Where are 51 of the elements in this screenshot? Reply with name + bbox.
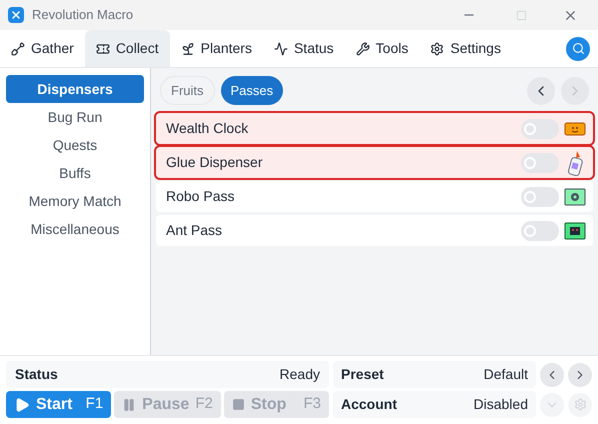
account-label: Account [341, 395, 398, 414]
account-value: Disabled [474, 395, 528, 414]
pass-label: Wealth Clock [166, 119, 250, 138]
app-logo-icon [8, 7, 24, 23]
pause-icon [122, 398, 136, 412]
toggle-switch[interactable] [521, 152, 559, 172]
glue-bottle-icon [567, 150, 583, 176]
tab[interactable]: Settings [419, 30, 512, 67]
sprout-icon [180, 42, 195, 56]
search-icon [572, 42, 584, 55]
preset-value: Default [484, 365, 528, 384]
sidebar-item[interactable]: Dispensers [6, 75, 144, 103]
pass-label: Glue Dispenser [166, 153, 264, 172]
pass-label: Robo Pass [166, 187, 236, 206]
previous-preset-button[interactable] [540, 362, 564, 386]
tab[interactable]: Tools [344, 30, 420, 67]
search-button[interactable] [566, 36, 590, 60]
sidebar-item[interactable]: Miscellaneous [6, 215, 144, 243]
status-label: Status [15, 365, 59, 384]
previous-button[interactable] [527, 76, 555, 104]
toggle-switch[interactable] [521, 220, 559, 240]
wrench-icon [356, 42, 370, 56]
gear-icon [430, 42, 444, 56]
gear-ticket-icon [564, 188, 586, 206]
shovel-icon [11, 42, 25, 56]
gear-icon [574, 398, 586, 411]
ticket-icon [96, 42, 110, 56]
filter-chip[interactable]: Fruits [160, 76, 214, 105]
toggle-switch[interactable] [521, 118, 559, 138]
tab[interactable]: Status [262, 30, 345, 67]
tab[interactable]: Gather [0, 30, 85, 67]
play-icon [14, 396, 30, 412]
pass-label: Ant Pass [166, 221, 224, 240]
tab[interactable]: Planters [170, 30, 263, 67]
filter-chip[interactable]: Passes [220, 76, 284, 105]
sidebar-item[interactable]: Buffs [6, 159, 144, 187]
preset-label: Preset [341, 365, 385, 384]
ant-ticket-icon [564, 222, 586, 240]
pulse-icon [274, 42, 288, 56]
window-title: Revolution Macro [32, 6, 134, 24]
next-preset-button[interactable] [568, 362, 592, 386]
sidebar-item[interactable]: Quests [6, 131, 144, 159]
ticket-icon [564, 122, 586, 136]
stop-icon [232, 398, 245, 411]
maximize-icon[interactable] [516, 10, 527, 20]
sidebar-item[interactable]: Memory Match [6, 187, 144, 215]
control-button[interactable]: Start F1 [6, 391, 112, 418]
sidebar-item[interactable]: Bug Run [6, 103, 144, 131]
status-value: Ready [280, 365, 320, 384]
toggle-switch[interactable] [521, 186, 559, 206]
tab[interactable]: Collect [84, 30, 170, 67]
